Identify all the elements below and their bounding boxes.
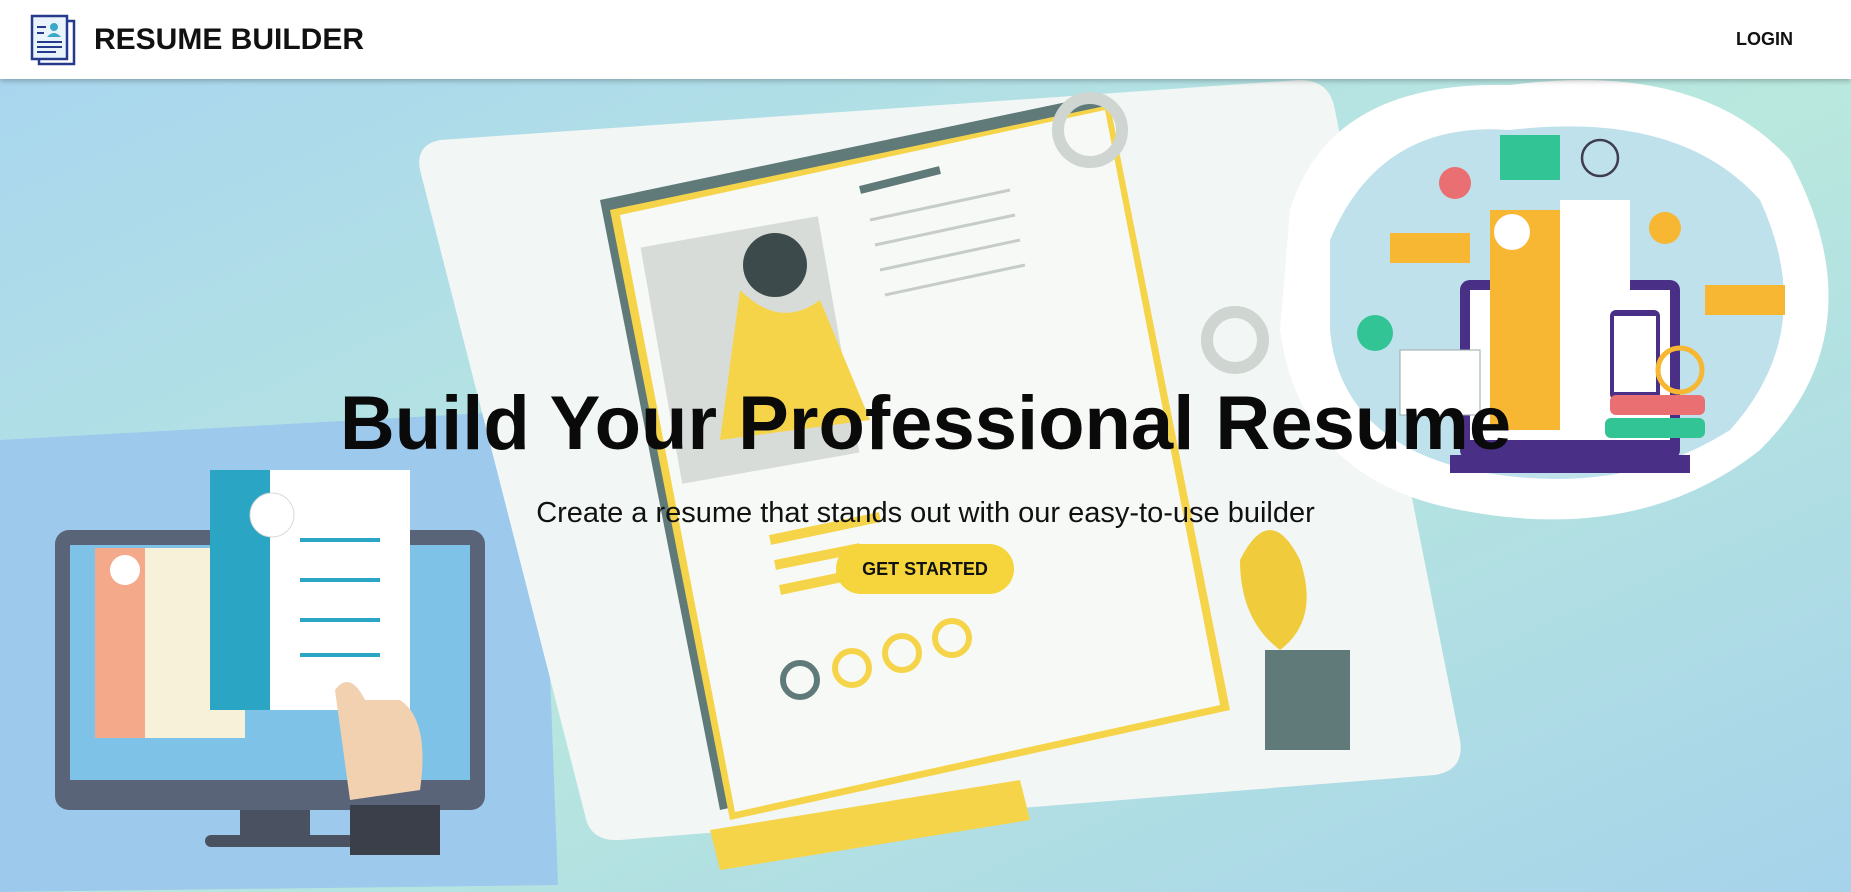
brand-title[interactable]: RESUME BUILDER xyxy=(94,22,364,58)
hero-section: Build Your Professional Resume Create a … xyxy=(0,79,1851,892)
login-button[interactable]: LOGIN xyxy=(1736,28,1793,50)
computer-resume-illustration xyxy=(0,410,558,892)
hero-subtitle: Create a resume that stands out with our… xyxy=(536,497,1315,529)
hero-title: Build Your Professional Resume xyxy=(339,381,1512,466)
resume-illustration-background xyxy=(0,79,1851,892)
get-started-button[interactable]: GET STARTED xyxy=(836,544,1014,594)
resume-document-icon[interactable] xyxy=(30,14,78,66)
top-navbar: RESUME BUILDER LOGIN xyxy=(0,0,1851,79)
